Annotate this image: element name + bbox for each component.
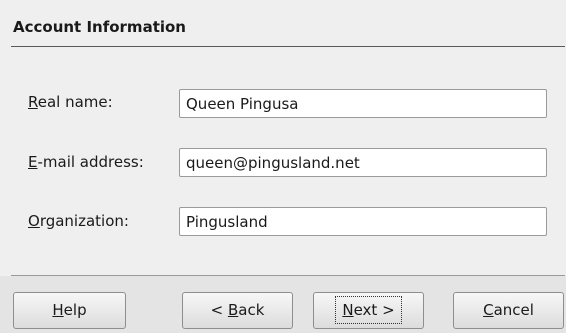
cancel-button-label: Cancel <box>483 293 534 328</box>
cancel-button[interactable]: Cancel <box>453 292 564 329</box>
next-button[interactable]: Next > <box>313 292 424 329</box>
account-form: Real name: E-mail address: Organization: <box>0 48 566 275</box>
wizard-header: Account Information <box>0 0 566 48</box>
page-title: Account Information <box>13 18 186 36</box>
real-name-label-text: eal name: <box>37 93 113 111</box>
email-label: E-mail address: <box>28 153 144 171</box>
back-button-label: < Back <box>211 293 265 328</box>
cancel-button-mnemonic: C <box>483 301 494 319</box>
help-button-text: elp <box>63 301 87 319</box>
button-bar: Help < Back Next > Cancel <box>0 276 566 333</box>
email-field[interactable] <box>179 148 547 177</box>
organization-label-mnemonic: O <box>28 212 40 230</box>
organization-label-text: rganization: <box>39 212 129 230</box>
next-button-mnemonic: N <box>342 301 354 319</box>
help-button-label: Help <box>52 293 86 328</box>
organization-field[interactable] <box>179 207 547 236</box>
real-name-label: Real name: <box>28 93 113 111</box>
back-button-mnemonic: B <box>227 301 239 319</box>
back-button[interactable]: < Back <box>182 292 293 329</box>
help-button[interactable]: Help <box>13 292 126 329</box>
next-button-label: Next > <box>335 296 402 324</box>
next-button-text: ext > <box>353 301 395 319</box>
organization-label: Organization: <box>28 212 129 230</box>
account-wizard-window: Account Information Real name: E-mail ad… <box>0 0 566 333</box>
cancel-button-text: ancel <box>493 301 534 319</box>
real-name-field[interactable] <box>179 89 547 118</box>
back-button-text: ack <box>238 301 265 319</box>
back-button-prefix: < <box>210 301 228 319</box>
help-button-mnemonic: H <box>52 301 64 319</box>
email-label-text: -mail address: <box>37 153 144 171</box>
real-name-label-mnemonic: R <box>28 93 38 111</box>
header-divider <box>11 46 565 47</box>
